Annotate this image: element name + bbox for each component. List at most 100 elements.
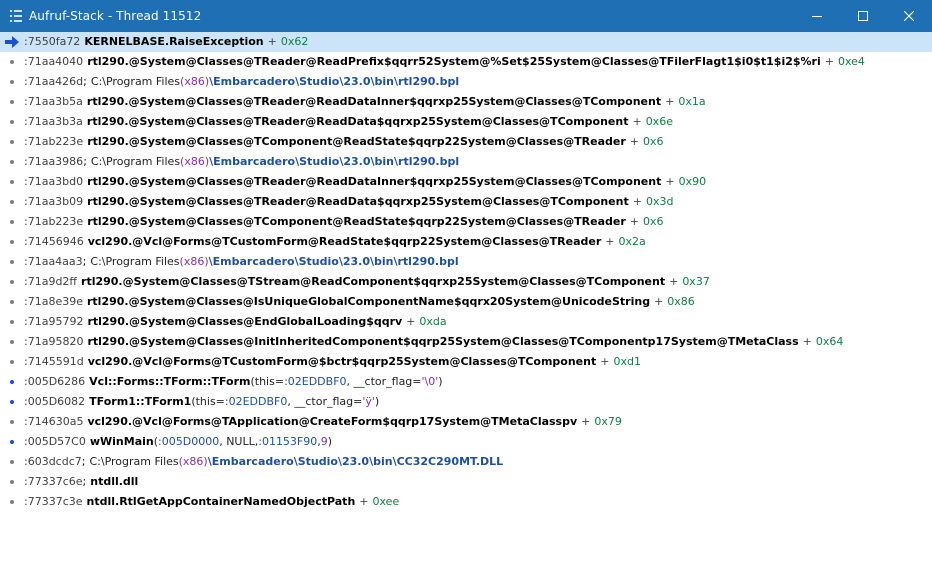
frame-address: :71aa3b09 xyxy=(24,195,84,208)
separator-text: + xyxy=(267,35,277,48)
dot-icon xyxy=(10,140,14,144)
dot-icon xyxy=(10,380,14,384)
title-bar[interactable]: Aufruf-Stack - Thread 11512 xyxy=(0,0,932,32)
frame-function-name: Vcl::Forms::TForm::TForm xyxy=(89,375,251,388)
dot-icon xyxy=(10,420,14,424)
stack-frame-row[interactable]: :005D57C0 wWinMain(:005D0000, NULL, :0115… xyxy=(0,432,932,452)
frame-address: :71a8e39e xyxy=(24,295,83,308)
dot-icon xyxy=(10,240,14,244)
dot-icon xyxy=(10,340,14,344)
args-close: ) xyxy=(327,435,333,448)
frame-address: :71aa3b3a xyxy=(24,115,83,128)
arg-value: :02EDDBF0 xyxy=(224,395,288,408)
frame-dot-icon xyxy=(0,292,24,312)
grip-icon[interactable] xyxy=(9,9,23,23)
stack-frame-row[interactable]: :71a95792 rtl290.@System@Classes@EndGloba… xyxy=(0,312,932,332)
separator-text: ; xyxy=(81,455,86,468)
frame-function-name: rtl290.@System@Classes@TReader@ReadDataI… xyxy=(87,175,662,188)
close-button[interactable] xyxy=(886,0,932,32)
stack-frame-row[interactable]: :603dcdc7 ; C:\Program Files (x86) \Embarc… xyxy=(0,452,932,472)
dot-icon xyxy=(10,80,14,84)
stack-frame-row[interactable]: :714630a5 vcl290.@Vcl@Forms@TApplication@… xyxy=(0,412,932,432)
frame-address: :714630a5 xyxy=(24,415,84,428)
frame-address: :71aa3b5a xyxy=(24,95,83,108)
stack-frame-row[interactable]: :71aa3bd0 rtl290.@System@Classes@TReader@… xyxy=(0,172,932,192)
dot-icon xyxy=(10,220,14,224)
frame-dot-icon xyxy=(0,52,24,72)
stack-frame-row[interactable]: :71aa3b5a rtl290.@System@Classes@TReader@… xyxy=(0,92,932,112)
frame-function-name: wWinMain xyxy=(89,435,154,448)
frame-offset: 0x1a xyxy=(678,95,706,108)
module-path-rest: \Embarcadero\Studio\23.0\bin\rtl290.bpl xyxy=(208,255,459,268)
stack-frame-row[interactable]: :71aa426d ; C:\Program Files (x86) \Embarc… xyxy=(0,72,932,92)
frame-dot-icon xyxy=(0,312,24,332)
arg-value: :005D0000 xyxy=(158,435,220,448)
minimize-button[interactable] xyxy=(794,0,840,32)
frame-offset: 0x3d xyxy=(645,195,674,208)
module-path-x86: (x86) xyxy=(178,455,208,468)
maximize-icon xyxy=(858,11,868,21)
stack-frame-row[interactable]: :71a95820 rtl290.@System@Classes@InitInhe… xyxy=(0,332,932,352)
separator-text: + xyxy=(359,495,369,508)
dot-icon xyxy=(10,180,14,184)
frame-function-name: rtl290.@System@Classes@TReader@ReadDataI… xyxy=(86,95,662,108)
frame-offset: 0x79 xyxy=(594,415,622,428)
module-path-rest: \Embarcadero\Studio\23.0\bin\rtl290.bpl xyxy=(209,155,460,168)
frame-dot-icon xyxy=(0,372,24,392)
args-open: (this= xyxy=(191,395,225,408)
dot-icon xyxy=(10,400,14,404)
stack-frame-row[interactable]: :005D6082 TForm1::TForm1 (this=:02EDDBF0, … xyxy=(0,392,932,412)
stack-frame-row[interactable]: :77337c6e ; ntdll.dll xyxy=(0,472,932,492)
frame-address: :77337c3e xyxy=(24,495,83,508)
stack-frame-row[interactable]: :71aa4aa3 ; C:\Program Files (x86) \Embarc… xyxy=(0,252,932,272)
frame-address: :71aa3bd0 xyxy=(24,175,84,188)
frame-function-name: rtl290.@System@Classes@IsUniqueGlobalCom… xyxy=(86,295,651,308)
frame-dot-icon xyxy=(0,432,24,452)
frame-address: :77337c6e xyxy=(24,475,83,488)
frame-address: :603dcdc7 xyxy=(24,455,82,468)
module-path-prefix: C:\Program Files xyxy=(90,75,181,88)
stack-frame-row[interactable]: :7550fa72 KERNELBASE.RaiseException +0x62 xyxy=(0,32,932,52)
frame-address: :71456946 xyxy=(24,235,84,248)
stack-frame-row[interactable]: :71a9d2ff rtl290.@System@Classes@TStream@… xyxy=(0,272,932,292)
maximize-button[interactable] xyxy=(840,0,886,32)
stack-frame-row[interactable]: :71ab223e rtl290.@System@Classes@TCompone… xyxy=(0,212,932,232)
frame-offset: 0x6 xyxy=(642,215,664,228)
separator-text: + xyxy=(629,135,639,148)
frame-offset: 0x62 xyxy=(280,35,309,48)
frame-address: :71aa4aa3 xyxy=(24,255,83,268)
frame-dot-icon xyxy=(0,92,24,112)
frame-dot-icon xyxy=(0,72,24,92)
stack-frame-row[interactable]: :71aa3b09 rtl290.@System@Classes@TReader@… xyxy=(0,192,932,212)
call-stack-list[interactable]: :7550fa72 KERNELBASE.RaiseException +0x62:… xyxy=(0,32,932,512)
separator-text: ; xyxy=(83,75,87,88)
dot-icon xyxy=(10,280,14,284)
stack-frame-row[interactable]: :77337c3e ntdll.RtlGetAppContainerNamedOb… xyxy=(0,492,932,512)
dot-icon xyxy=(10,160,14,164)
separator-text: + xyxy=(632,195,642,208)
arg-value: :01153F90 xyxy=(258,435,318,448)
frame-address: :71a95820 xyxy=(24,335,84,348)
stack-frame-row[interactable]: :71aa4040 rtl290.@System@Classes@TReader@… xyxy=(0,52,932,72)
frame-dot-icon xyxy=(0,112,24,132)
frame-dot-icon xyxy=(0,492,24,512)
separator-text: ; xyxy=(83,155,87,168)
frame-function-name: vcl290.@Vcl@Forms@TApplication@CreateFor… xyxy=(87,415,578,428)
frame-address: :71a9d2ff xyxy=(24,275,78,288)
separator-text: + xyxy=(824,55,834,68)
arg-value: '\0' xyxy=(421,375,439,388)
module-path-rest: \Embarcadero\Studio\23.0\bin\CC32C290MT.… xyxy=(207,455,504,468)
stack-frame-row[interactable]: :71aa3b3a rtl290.@System@Classes@TReader@… xyxy=(0,112,932,132)
stack-frame-row[interactable]: :7145591d vcl290.@Vcl@Forms@TCustomForm@$… xyxy=(0,352,932,372)
frame-dot-icon xyxy=(0,252,24,272)
frame-offset: 0x6e xyxy=(645,115,673,128)
stack-frame-row[interactable]: :005D6286 Vcl::Forms::TForm::TForm (this=:… xyxy=(0,372,932,392)
frame-address: :7550fa72 xyxy=(24,35,81,48)
stack-frame-row[interactable]: :71a8e39e rtl290.@System@Classes@IsUnique… xyxy=(0,292,932,312)
stack-frame-row[interactable]: :71456946 vcl290.@Vcl@Forms@TCustomForm@R… xyxy=(0,232,932,252)
module-path-prefix: C:\Program Files xyxy=(90,155,181,168)
dot-icon xyxy=(10,500,14,504)
frame-offset: 0x37 xyxy=(682,275,710,288)
stack-frame-row[interactable]: :71ab223e rtl290.@System@Classes@TCompone… xyxy=(0,132,932,152)
stack-frame-row[interactable]: :71aa3986 ; C:\Program Files (x86) \Embarc… xyxy=(0,152,932,172)
